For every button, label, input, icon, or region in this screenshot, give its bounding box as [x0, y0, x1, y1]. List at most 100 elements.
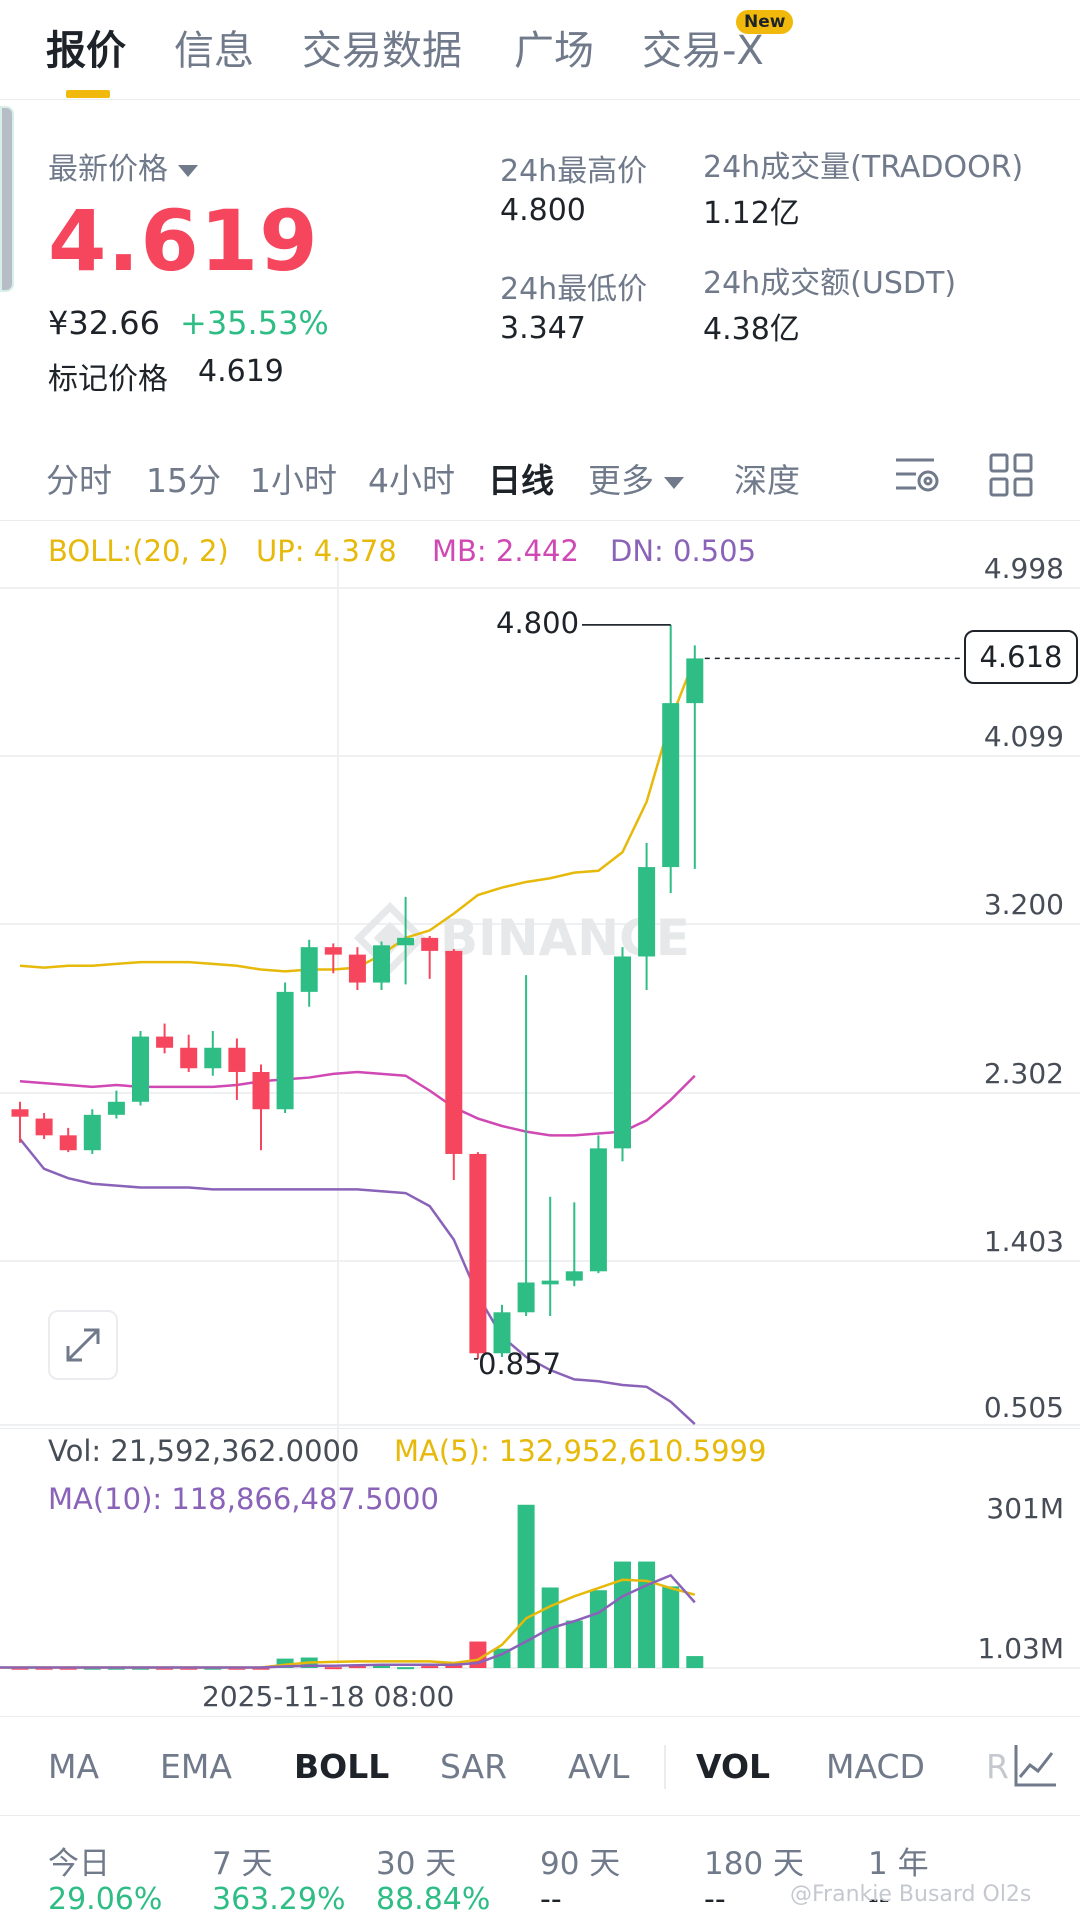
- candle: [517, 975, 535, 1317]
- candle: [252, 1064, 270, 1151]
- y-tick-1: 4.099: [983, 720, 1064, 753]
- ind-tab-ema[interactable]: EMA: [160, 1747, 232, 1786]
- perf-label-30d: 30 天: [376, 1846, 457, 1882]
- chevron-down-icon: [664, 476, 684, 489]
- chevron-down-icon: [178, 164, 198, 177]
- candle: [421, 935, 439, 979]
- candle-body: [397, 937, 415, 946]
- y-tick-4: 1.403: [983, 1225, 1064, 1258]
- x-axis-date: 2025-11-18 08:00: [202, 1680, 455, 1713]
- active-tab-indicator: [66, 90, 110, 98]
- layout-grid-icon[interactable]: [988, 452, 1034, 498]
- indicator-settings-icon[interactable]: [1010, 1741, 1060, 1791]
- chart-settings-icon[interactable]: [894, 454, 942, 498]
- volume-bar: [324, 1667, 342, 1670]
- interval-15m[interactable]: 15分: [146, 454, 221, 502]
- candle-body: [59, 1135, 77, 1151]
- tab-info[interactable]: 信息: [174, 18, 254, 76]
- candle-body: [132, 1036, 149, 1102]
- latest-price-selector[interactable]: 最新价格: [48, 144, 198, 188]
- indicator-tab-bar: MA EMA BOLL SAR AVL VOL MACD R: [0, 1716, 1080, 1816]
- divider: [0, 1428, 1080, 1429]
- candle-body: [276, 991, 294, 1110]
- candle-body: [565, 1271, 583, 1281]
- candle: [228, 1038, 246, 1100]
- candle: [445, 949, 463, 1181]
- candle-body: [662, 703, 680, 868]
- volume-current: Vol: 21,592,362.0000: [48, 1434, 360, 1468]
- tab-quote[interactable]: 报价: [46, 18, 126, 76]
- candle: [156, 1023, 174, 1054]
- high-value: 4.800: [500, 193, 586, 228]
- candle-body: [180, 1047, 198, 1069]
- volume-ma10: MA(10): 118,866,487.5000: [48, 1482, 439, 1516]
- candle: [276, 982, 294, 1113]
- candle-body: [445, 950, 463, 1154]
- interval-1h[interactable]: 1小时: [250, 454, 337, 502]
- candle: [565, 1202, 583, 1287]
- vol-y-tick-1: 1.03M: [977, 1632, 1064, 1665]
- volume-bar: [638, 1561, 656, 1668]
- new-badge: New: [736, 10, 794, 34]
- ind-tab-macd[interactable]: MACD: [826, 1747, 925, 1786]
- tab-separator: [664, 1745, 666, 1789]
- perf-label-1y: 1 年: [868, 1846, 929, 1882]
- ind-tab-vol[interactable]: VOL: [696, 1747, 770, 1786]
- interval-1d[interactable]: 日线: [488, 454, 554, 502]
- y-tick-0: 4.998: [983, 552, 1064, 585]
- tab-square[interactable]: 广场: [514, 18, 594, 76]
- interval-4h[interactable]: 4小时: [368, 454, 455, 502]
- candle-body: [348, 954, 366, 983]
- candle-body: [686, 658, 704, 704]
- candle: [35, 1112, 53, 1140]
- volume-bar: [397, 1667, 415, 1670]
- candle: [469, 1152, 487, 1359]
- candle-body: [35, 1118, 53, 1136]
- candle-body: [469, 1153, 487, 1354]
- expand-icon: [66, 1328, 100, 1362]
- candle: [638, 842, 656, 991]
- candle: [348, 947, 366, 991]
- interval-more[interactable]: 更多: [588, 454, 684, 502]
- candle-body: [517, 1282, 535, 1313]
- candle-body: [324, 947, 342, 955]
- interval-time[interactable]: 分时: [46, 454, 112, 502]
- candle-body: [421, 937, 439, 951]
- candle-body: [541, 1280, 559, 1285]
- amount-value: 4.38亿: [703, 312, 800, 347]
- low-value: 3.347: [500, 311, 586, 346]
- candle: [300, 939, 318, 1007]
- perf-label-90d: 90 天: [540, 1846, 621, 1882]
- candlestick-chart[interactable]: BINANCE: [0, 560, 1080, 1710]
- candle-body: [252, 1071, 270, 1110]
- min-price-label: 0.857: [478, 1347, 562, 1381]
- ind-tab-boll[interactable]: BOLL: [294, 1747, 389, 1786]
- y-tick-3: 2.302: [983, 1057, 1064, 1090]
- interval-depth[interactable]: 深度: [734, 454, 800, 502]
- perf-value-30d: 88.84%: [376, 1882, 491, 1917]
- latest-price-label: 最新价格: [48, 152, 168, 187]
- ind-tab-r[interactable]: R: [986, 1747, 1009, 1786]
- candle: [541, 1196, 559, 1317]
- volume-ma5: MA(5): 132,952,610.5999: [394, 1434, 767, 1468]
- footer-watermark: @Frankie Busard Ol2s: [790, 1882, 1032, 1907]
- perf-value-today: 29.06%: [48, 1882, 163, 1917]
- volume-label: 24h成交量(TRADOOR): [703, 150, 1024, 185]
- candle-body: [300, 947, 318, 992]
- volume-bar: [686, 1656, 704, 1668]
- divider: [0, 520, 1080, 521]
- fullscreen-button[interactable]: [48, 1310, 118, 1380]
- tab-trading-data[interactable]: 交易数据: [302, 18, 462, 76]
- ind-tab-ma[interactable]: MA: [48, 1747, 99, 1786]
- candle: [589, 1135, 607, 1274]
- candle: [686, 645, 704, 869]
- candle: [11, 1101, 29, 1143]
- current-price-tag: 4.618: [964, 630, 1078, 684]
- volume-bar: [662, 1586, 680, 1668]
- candle-body: [638, 867, 656, 957]
- cny-price: ¥32.66: [48, 304, 160, 342]
- perf-label-180d: 180 天: [704, 1846, 805, 1882]
- ind-tab-sar[interactable]: SAR: [440, 1747, 507, 1786]
- ind-tab-avl[interactable]: AVL: [568, 1747, 629, 1786]
- side-drawer-handle[interactable]: [0, 106, 14, 292]
